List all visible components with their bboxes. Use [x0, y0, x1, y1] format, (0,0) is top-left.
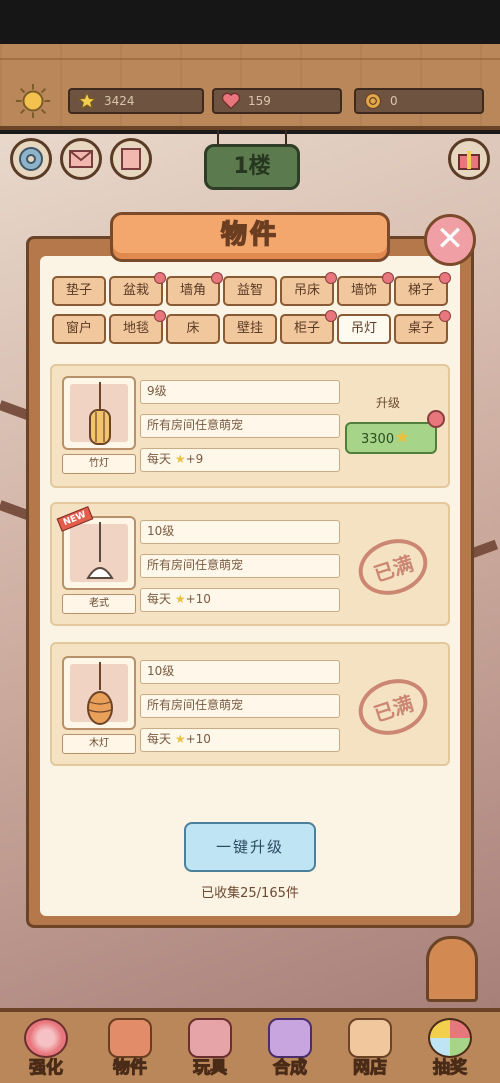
tab-mat[interactable]: 垫子 — [52, 276, 106, 306]
item-level: 9级 — [140, 380, 340, 404]
star-counter: 3424 — [68, 88, 204, 114]
item-thumbnail[interactable] — [62, 376, 136, 450]
star-icon: ★ — [174, 732, 186, 746]
notification-dot — [427, 410, 445, 428]
item-thumbnail[interactable] — [62, 656, 136, 730]
book-icon — [121, 148, 141, 170]
book-button[interactable] — [110, 138, 152, 180]
coin-icon — [364, 92, 382, 110]
heart-count: 159 — [248, 94, 271, 108]
heart-icon — [221, 92, 241, 110]
bed-icon — [108, 1018, 152, 1058]
notification-dot — [439, 310, 451, 322]
cards-icon — [268, 1018, 312, 1058]
nav-craft[interactable]: 合成 — [254, 1014, 326, 1080]
nav-items[interactable]: 物件 — [94, 1014, 166, 1080]
settings-button[interactable] — [10, 138, 52, 180]
notification-dot — [439, 272, 451, 284]
tab-plant[interactable]: 盆栽 — [109, 272, 166, 306]
tab-hanging[interactable]: 壁挂 — [223, 314, 277, 344]
tab-puzzle[interactable]: 益智 — [223, 276, 277, 306]
wheel-icon — [428, 1018, 472, 1058]
floor-sign[interactable]: 1楼 — [204, 130, 300, 190]
gift-icon — [458, 151, 480, 170]
notification-dot — [154, 310, 166, 322]
status-bar — [0, 0, 500, 44]
notification-dot — [382, 272, 394, 284]
notification-dot — [325, 272, 337, 284]
item-daily-income: 每天 ★+10 — [140, 588, 340, 612]
notification-dot — [325, 310, 337, 322]
shop-icon — [348, 1018, 392, 1058]
item-scope: 所有房间任意萌宠 — [140, 414, 340, 438]
gift-button[interactable] — [448, 138, 490, 180]
coin-count: 0 — [390, 94, 398, 108]
upgrade-label: 升级 — [376, 396, 401, 410]
tab-cabinet[interactable]: 柜子 — [280, 310, 337, 344]
upgrade-button[interactable]: 3300★ — [345, 422, 437, 454]
tab-ladder[interactable]: 梯子 — [394, 272, 451, 306]
door-icon[interactable] — [426, 936, 478, 1002]
star-icon: ★ — [394, 427, 411, 448]
tab-corner[interactable]: 墙角 — [166, 272, 223, 306]
item-name: 木灯 — [62, 734, 136, 754]
close-button[interactable]: ✕ — [424, 214, 476, 266]
box-icon — [188, 1018, 232, 1058]
notification-dot — [154, 272, 166, 284]
mail-button[interactable] — [60, 138, 102, 180]
item-level: 10级 — [140, 660, 340, 684]
upgrade-all-button[interactable]: 一键升级 — [184, 822, 316, 872]
star-icon: ★ — [174, 452, 186, 466]
envelope-icon — [69, 150, 93, 168]
wood-lamp-icon — [87, 662, 113, 725]
collection-progress: 已收集25/165件 — [201, 886, 299, 901]
nav-lottery[interactable]: 抽奖 — [414, 1014, 486, 1080]
panel-title: 物件 — [220, 219, 279, 251]
tab-hammock[interactable]: 吊床 — [280, 272, 337, 306]
lollipop-icon — [24, 1018, 68, 1058]
star-icon — [77, 91, 97, 110]
tab-wall-decor[interactable]: 墙饰 — [337, 272, 394, 306]
gear-icon — [19, 147, 43, 171]
item-scope: 所有房间任意萌宠 — [140, 694, 340, 718]
item-daily-income: 每天 ★+9 — [140, 448, 340, 472]
star-icon: ★ — [174, 592, 186, 606]
notification-dot — [211, 272, 223, 284]
coin-counter: 0 — [354, 88, 484, 114]
bamboo-lamp-icon — [89, 382, 111, 445]
item-name: 老式 — [62, 594, 136, 614]
tab-window[interactable]: 窗户 — [52, 314, 106, 344]
item-daily-income: 每天 ★+10 — [140, 728, 340, 752]
nav-toys[interactable]: 玩具 — [174, 1014, 246, 1080]
pendant-lamp-icon — [86, 522, 114, 579]
tab-carpet[interactable]: 地毯 — [109, 310, 166, 344]
nav-shop[interactable]: 网店 — [334, 1014, 406, 1080]
header-wood — [0, 44, 500, 130]
tab-table[interactable]: 桌子 — [394, 310, 451, 344]
item-scope: 所有房间任意萌宠 — [140, 554, 340, 578]
close-icon: ✕ — [435, 219, 465, 259]
star-count: 3424 — [104, 94, 135, 108]
heart-counter: 159 — [212, 88, 342, 114]
sun-icon[interactable] — [14, 82, 52, 120]
item-name: 竹灯 — [62, 454, 136, 474]
upgrade-cost: 3300 — [361, 432, 395, 447]
floor-label: 1楼 — [233, 154, 271, 179]
tab-chandelier[interactable]: 吊灯 — [337, 314, 391, 344]
nav-enhance[interactable]: 强化 — [10, 1014, 82, 1080]
item-level: 10级 — [140, 520, 340, 544]
tab-bed[interactable]: 床 — [166, 314, 220, 344]
